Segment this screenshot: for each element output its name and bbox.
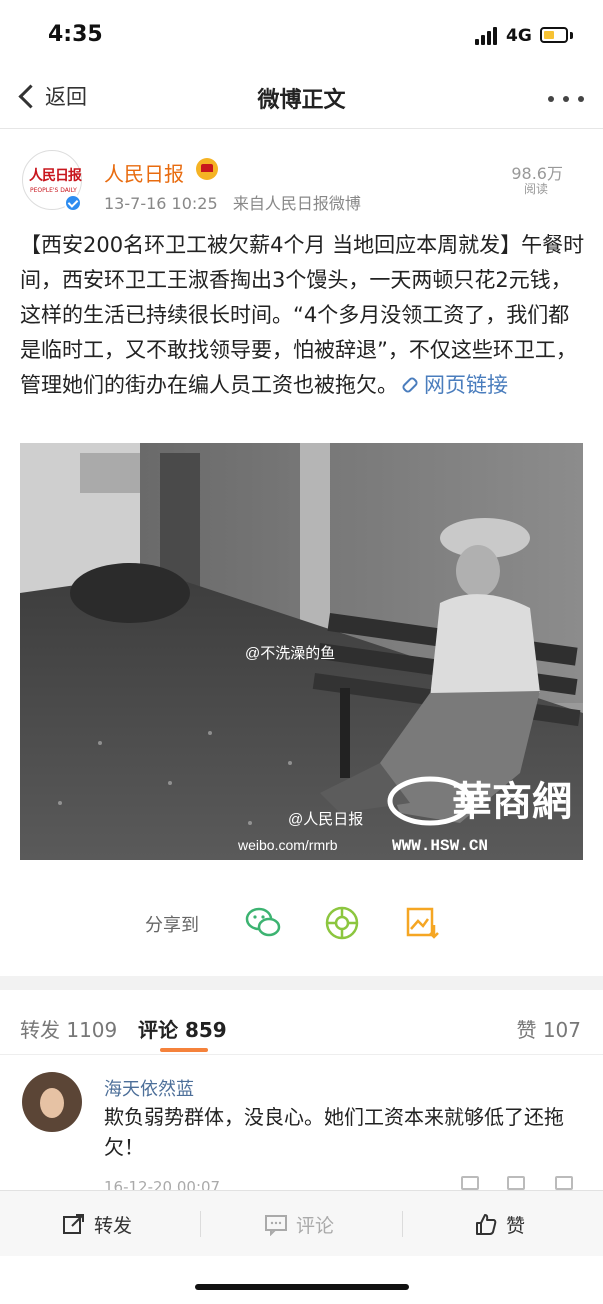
forward-icon bbox=[63, 1214, 84, 1234]
status-bar: 4:35 4G bbox=[0, 0, 603, 64]
post-source: 来自人民日报微博 bbox=[232, 194, 361, 213]
page-title: 微博正文 bbox=[257, 88, 346, 113]
tab-like[interactable]: 赞 107 bbox=[516, 1014, 581, 1043]
link-icon bbox=[400, 375, 420, 394]
home-indicator bbox=[195, 1284, 409, 1290]
wechat-icon[interactable] bbox=[243, 903, 283, 943]
forward-label: 转发 bbox=[94, 1214, 133, 1237]
nav-bar: 返回 微博正文 bbox=[0, 64, 603, 129]
watermark-user: @不洗澡的鱼 bbox=[245, 644, 335, 662]
web-link[interactable]: 网页链接 bbox=[398, 373, 508, 397]
comment-actions bbox=[461, 1176, 581, 1190]
commenter-avatar[interactable] bbox=[22, 1072, 82, 1132]
comment-button[interactable]: 评论 bbox=[264, 1191, 334, 1257]
like-button[interactable]: 赞 bbox=[474, 1191, 525, 1257]
author-name[interactable]: 人民日报 bbox=[104, 158, 184, 187]
watermark-url: weibo.com/rmrb bbox=[237, 837, 338, 853]
vip-crown-icon bbox=[196, 158, 218, 180]
avatar-logo-text: 人民日报 bbox=[29, 168, 82, 184]
post-body: 【西安200名环卫工被欠薪4个月 当地回应本周就发】午餐时间，西安环卫工王淑香掏… bbox=[20, 228, 586, 403]
battery-icon bbox=[540, 27, 568, 43]
comment-reply-icon[interactable] bbox=[461, 1176, 479, 1190]
comment-like-icon[interactable] bbox=[555, 1176, 573, 1190]
thumbs-up-icon bbox=[476, 1214, 497, 1235]
tab-comment[interactable]: 评论 859 bbox=[138, 1014, 227, 1043]
battery-cap bbox=[570, 32, 573, 39]
save-image-icon[interactable] bbox=[402, 903, 442, 943]
signal-icon bbox=[475, 27, 499, 45]
share-label: 分享到 bbox=[145, 915, 199, 936]
post-header: 人民日报 PEOPLE'S DAILY 人民日报 13-7-16 10:25 来… bbox=[0, 150, 603, 220]
tab-bar: 转发 1109 评论 859 赞 107 bbox=[0, 990, 603, 1055]
tab-forward[interactable]: 转发 1109 bbox=[20, 1014, 117, 1043]
post-meta: 13-7-16 10:25 来自人民日报微博 bbox=[104, 190, 361, 214]
divider bbox=[402, 1211, 403, 1237]
avatar-face bbox=[40, 1088, 64, 1118]
watermark-account: @人民日报 bbox=[288, 811, 363, 828]
hsw-logo-text: 華商網 bbox=[452, 778, 572, 825]
moments-icon[interactable] bbox=[322, 903, 362, 943]
hsw-logo-url: WWW.HSW.CN bbox=[392, 837, 488, 855]
post-image[interactable]: @不洗澡的鱼 @人民日报 weibo.com/rmrb 華商網 WWW.HSW.… bbox=[20, 443, 583, 860]
comment-item: 海天依然蓝 欺负弱势群体，没良心。她们工资本来就够低了还拖欠！ 16-12-20… bbox=[0, 1070, 603, 1190]
comment-time: 16-12-20 00:07 bbox=[104, 1178, 221, 1190]
comment-share-icon[interactable] bbox=[507, 1176, 525, 1190]
more-dots-icon[interactable] bbox=[548, 94, 584, 104]
network-type: 4G bbox=[506, 26, 532, 46]
section-divider bbox=[0, 976, 603, 990]
status-time: 4:35 bbox=[48, 22, 103, 47]
commenter-name[interactable]: 海天依然蓝 bbox=[104, 1075, 194, 1101]
web-link-label: 网页链接 bbox=[424, 373, 508, 397]
avatar-logo-en: PEOPLE'S DAILY bbox=[30, 187, 77, 194]
like-label: 赞 bbox=[506, 1214, 526, 1237]
share-row: 分享到 bbox=[0, 895, 603, 955]
post-time: 13-7-16 10:25 bbox=[104, 194, 218, 213]
verified-badge-icon bbox=[64, 194, 82, 212]
comment-icon bbox=[265, 1215, 287, 1236]
forward-button[interactable]: 转发 bbox=[62, 1191, 132, 1257]
photo-scene: @不洗澡的鱼 @人民日报 weibo.com/rmrb 華商網 WWW.HSW.… bbox=[20, 443, 583, 860]
bottom-action-bar: 转发 评论 赞 bbox=[0, 1190, 603, 1256]
comment-text: 欺负弱势群体，没良心。她们工资本来就够低了还拖欠！ bbox=[104, 1105, 564, 1159]
active-tab-indicator bbox=[160, 1048, 208, 1052]
comment-label: 评论 bbox=[296, 1214, 335, 1237]
divider bbox=[200, 1211, 201, 1237]
read-label: 阅读 bbox=[523, 182, 548, 196]
